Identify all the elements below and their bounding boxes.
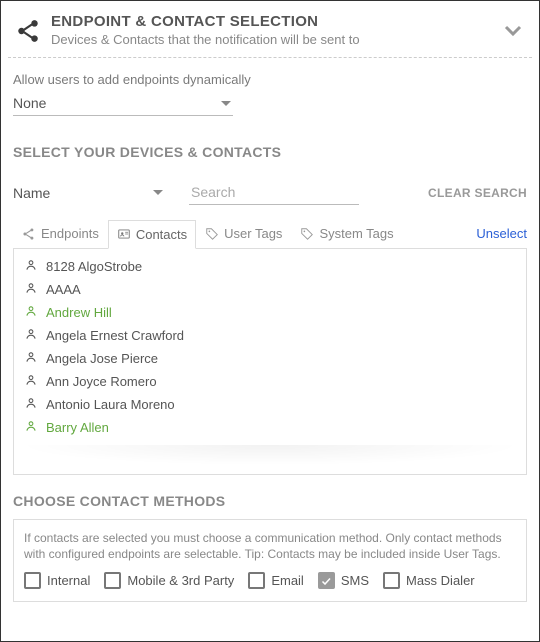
person-icon (24, 327, 38, 344)
dynamic-endpoints-value: None (13, 95, 46, 111)
caret-down-icon (221, 101, 231, 106)
filter-select-value: Name (13, 185, 50, 201)
contact-method-label: SMS (341, 573, 369, 588)
card-icon (117, 227, 131, 241)
section-subtitle: Devices & Contacts that the notification… (51, 32, 501, 47)
tabs-row: Endpoints Contacts User Tags System Tags… (13, 219, 527, 249)
contact-name: Andrew Hill (46, 305, 112, 320)
contact-method-label: Mobile & 3rd Party (127, 573, 234, 588)
contacts-list: 8128 AlgoStrobe AAAA Andrew Hill Angela Ern… (13, 249, 527, 475)
tab-endpoints[interactable]: Endpoints (13, 219, 108, 248)
list-gap (16, 439, 524, 473)
tag-icon (205, 227, 219, 241)
list-item[interactable]: AAAA (16, 278, 524, 301)
contact-name: Antonio Laura Moreno (46, 397, 175, 412)
contact-method-label: Internal (47, 573, 90, 588)
methods-row: Internal Mobile & 3rd Party Email SMS Mass D… (24, 572, 516, 589)
list-item[interactable]: Andrew Hill (16, 301, 524, 324)
tab-user-tags[interactable]: User Tags (196, 219, 291, 248)
tab-label: Endpoints (41, 226, 99, 241)
caret-down-icon (153, 190, 163, 195)
methods-box: If contacts are selected you must choose… (13, 519, 527, 602)
section-title: ENDPOINT & CONTACT SELECTION (51, 13, 501, 30)
checkbox[interactable] (318, 572, 335, 589)
collapse-toggle[interactable] (501, 18, 525, 42)
clear-search-button[interactable]: CLEAR SEARCH (428, 186, 527, 200)
person-icon (24, 373, 38, 390)
contact-name: Barry Allen (46, 420, 109, 435)
divider (8, 57, 532, 58)
unselect-link[interactable]: Unselect (476, 226, 527, 241)
checkbox[interactable] (248, 572, 265, 589)
list-item[interactable]: 8128 AlgoStrobe (16, 255, 524, 278)
contact-method-option[interactable]: Mobile & 3rd Party (104, 572, 234, 589)
tab-label: User Tags (224, 226, 282, 241)
contact-method-option[interactable]: Mass Dialer (383, 572, 475, 589)
person-icon (24, 304, 38, 321)
checkbox[interactable] (383, 572, 400, 589)
contact-method-option[interactable]: SMS (318, 572, 369, 589)
methods-section-title: CHOOSE CONTACT METHODS (13, 493, 527, 509)
section-header: ENDPOINT & CONTACT SELECTION Devices & C… (1, 1, 539, 57)
filter-select[interactable]: Name (13, 185, 163, 201)
tab-label: System Tags (319, 226, 393, 241)
dynamic-endpoints-select[interactable]: None (13, 91, 233, 116)
contact-name: AAAA (46, 282, 81, 297)
person-icon (24, 281, 38, 298)
list-item[interactable]: Barry Allen (16, 416, 524, 439)
person-icon (24, 396, 38, 413)
contact-method-option[interactable]: Internal (24, 572, 90, 589)
tab-contacts[interactable]: Contacts (108, 220, 196, 249)
contact-name: Ann Joyce Romero (46, 374, 157, 389)
tab-system-tags[interactable]: System Tags (291, 219, 402, 248)
methods-tip: If contacts are selected you must choose… (24, 530, 516, 562)
share-icon (22, 227, 36, 241)
contact-name: Angela Ernest Crawford (46, 328, 184, 343)
list-item[interactable]: Antonio Laura Moreno (16, 393, 524, 416)
search-input[interactable] (189, 180, 359, 205)
checkbox[interactable] (104, 572, 121, 589)
contact-name: 8128 AlgoStrobe (46, 259, 142, 274)
share-icon (15, 18, 41, 44)
contact-method-label: Email (271, 573, 304, 588)
checkbox[interactable] (24, 572, 41, 589)
contact-name: Angela Jose Pierce (46, 351, 158, 366)
tab-label: Contacts (136, 227, 187, 242)
list-item[interactable]: Ann Joyce Romero (16, 370, 524, 393)
list-item[interactable]: Brian Goldstein (16, 473, 524, 474)
contact-method-option[interactable]: Email (248, 572, 304, 589)
list-item[interactable]: Angela Jose Pierce (16, 347, 524, 370)
list-item[interactable]: Angela Ernest Crawford (16, 324, 524, 347)
contacts-scroll[interactable]: 8128 AlgoStrobe AAAA Andrew Hill Angela Ern… (14, 249, 526, 474)
contact-method-label: Mass Dialer (406, 573, 475, 588)
person-icon (24, 350, 38, 367)
tag-icon (300, 227, 314, 241)
person-icon (24, 258, 38, 275)
person-icon (24, 419, 38, 436)
devices-section-title: SELECT YOUR DEVICES & CONTACTS (13, 144, 527, 160)
dynamic-endpoints-label: Allow users to add endpoints dynamically (13, 72, 527, 87)
